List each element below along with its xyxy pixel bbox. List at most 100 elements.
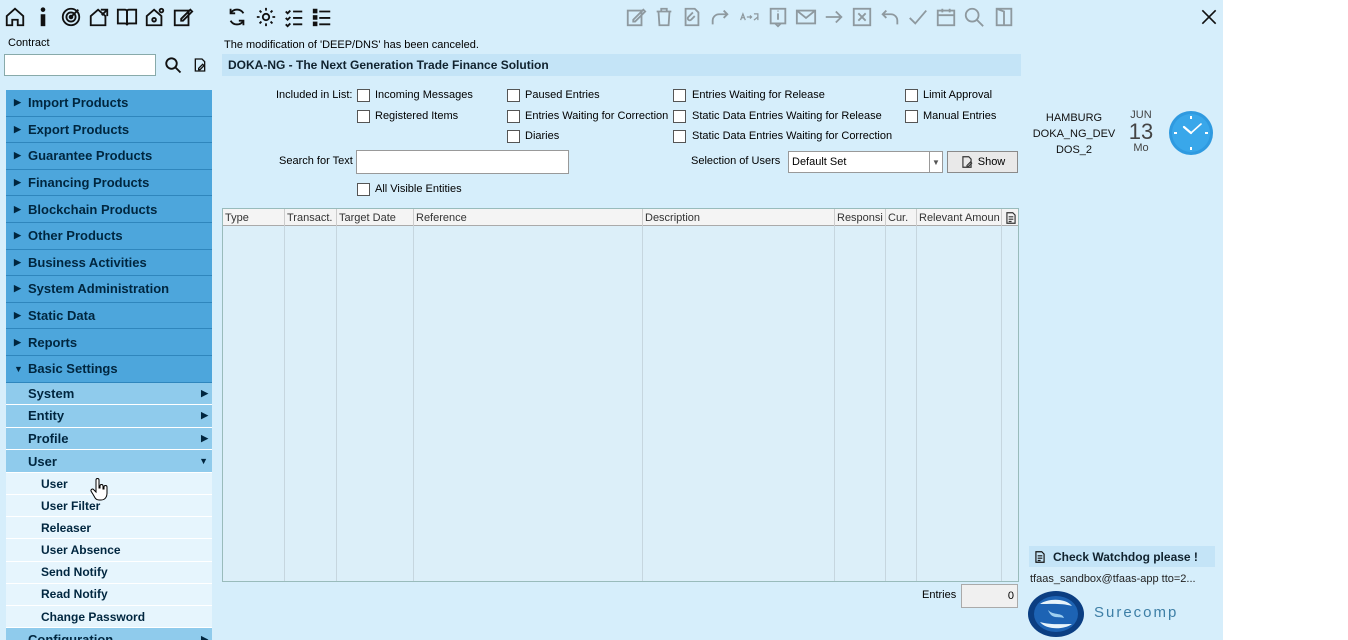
subnav-configuration[interactable]: Configuration ▶ bbox=[6, 628, 212, 640]
menu-item-change-password[interactable]: Change Password bbox=[6, 606, 212, 629]
column-header-target-date[interactable]: Target Date bbox=[337, 209, 414, 226]
edit-sign-icon[interactable] bbox=[624, 5, 648, 29]
watchdog-notice[interactable]: Check Watchdog please ! bbox=[1029, 546, 1215, 567]
subnav-system[interactable]: System ▶ bbox=[6, 382, 212, 406]
subnav-user[interactable]: User ▼ bbox=[6, 450, 212, 473]
column-header-transaction[interactable]: Transact. bbox=[285, 209, 337, 226]
diaries-checkbox[interactable] bbox=[507, 130, 520, 143]
entries-table: Type Transact. Target Date Reference Des… bbox=[222, 208, 1019, 582]
subnav-profile[interactable]: Profile ▶ bbox=[6, 427, 212, 451]
search-icon[interactable] bbox=[962, 5, 986, 29]
edit-icon[interactable] bbox=[171, 5, 195, 29]
entries-count: 0 bbox=[961, 584, 1018, 608]
nav-business-activities[interactable]: ▶ Business Activities bbox=[6, 249, 212, 277]
export-icon[interactable] bbox=[1002, 209, 1020, 226]
menu-item-read-notify[interactable]: Read Notify bbox=[6, 583, 212, 607]
menu-item-releaser[interactable]: Releaser bbox=[6, 517, 212, 540]
all-visible-checkbox[interactable] bbox=[357, 183, 370, 196]
column-header-responsible[interactable]: Responsi bbox=[835, 209, 886, 226]
subnav-entity[interactable]: Entity ▶ bbox=[6, 405, 212, 428]
contract-doc-icon[interactable] bbox=[190, 55, 210, 75]
limit-approval-label: Limit Approval bbox=[923, 89, 993, 101]
waiting-release-checkbox[interactable] bbox=[673, 89, 686, 102]
column-divider bbox=[834, 226, 835, 581]
limit-approval-checkbox[interactable] bbox=[905, 89, 918, 102]
target-icon[interactable] bbox=[59, 5, 83, 29]
static-release-checkbox[interactable] bbox=[673, 110, 686, 123]
menu-item-send-notify[interactable]: Send Notify bbox=[6, 561, 212, 584]
contract-label: Contract bbox=[8, 37, 50, 49]
system-info: HAMBURG DOKA_NG_DEV DOS_2 bbox=[1032, 110, 1116, 158]
column-header-currency[interactable]: Cur. bbox=[886, 209, 917, 226]
search-text-input[interactable] bbox=[356, 150, 569, 174]
registered-items-checkbox[interactable] bbox=[357, 110, 370, 123]
contract-input[interactable] bbox=[4, 54, 156, 76]
navigation-menu: ▶ Import Products ▶ Export Products ▶ Guara… bbox=[6, 90, 212, 640]
waiting-correction-label: Entries Waiting for Correction bbox=[525, 110, 669, 122]
arrow-right-icon[interactable] bbox=[822, 5, 846, 29]
column-divider bbox=[336, 226, 337, 581]
surecomp-logo bbox=[1028, 591, 1084, 637]
column-divider bbox=[413, 226, 414, 581]
nav-system-administration[interactable]: ▶ System Administration bbox=[6, 276, 212, 303]
network-icon[interactable] bbox=[143, 5, 167, 29]
nav-blockchain-products[interactable]: ▶ Blockchain Products bbox=[6, 196, 212, 223]
exit-door-icon[interactable] bbox=[992, 5, 1016, 29]
paused-entries-checkbox[interactable] bbox=[507, 89, 520, 102]
static-correction-checkbox[interactable] bbox=[673, 130, 686, 143]
expand-arrow-icon: ▶ bbox=[14, 256, 21, 267]
contract-search-icon[interactable] bbox=[162, 54, 184, 76]
user-selection-dropdown[interactable]: Default Set ▼ bbox=[788, 151, 943, 173]
calendar-icon[interactable] bbox=[934, 5, 958, 29]
nav-reports[interactable]: ▶ Reports bbox=[6, 329, 212, 356]
nav-export-products[interactable]: ▶ Export Products bbox=[6, 116, 212, 144]
column-header-description[interactable]: Description bbox=[643, 209, 835, 226]
column-header-relevant-amount[interactable]: Relevant Amoun bbox=[917, 209, 1002, 226]
nav-guarantee-products[interactable]: ▶ Guarantee Products bbox=[6, 143, 212, 170]
nav-import-products[interactable]: ▶ Import Products bbox=[6, 90, 212, 117]
check-icon[interactable] bbox=[906, 5, 930, 29]
checklist-icon[interactable] bbox=[282, 5, 306, 29]
home-icon[interactable] bbox=[3, 5, 27, 29]
info-icon[interactable] bbox=[31, 5, 55, 29]
column-divider bbox=[885, 226, 886, 581]
hand-cursor-icon bbox=[90, 478, 108, 501]
column-divider bbox=[1001, 226, 1002, 581]
document-icon bbox=[1035, 550, 1045, 563]
translate-icon[interactable] bbox=[736, 5, 764, 29]
static-release-label: Static Data Entries Waiting for Release bbox=[692, 110, 882, 122]
column-header-reference[interactable]: Reference bbox=[414, 209, 643, 226]
info-doc-icon[interactable] bbox=[766, 5, 790, 29]
book-icon[interactable] bbox=[115, 5, 139, 29]
show-button[interactable]: Show bbox=[947, 151, 1018, 173]
selection-users-label: Selection of Users bbox=[691, 155, 781, 167]
expand-arrow-icon: ▶ bbox=[14, 123, 21, 134]
expand-arrow-icon: ▶ bbox=[14, 336, 21, 347]
list-icon[interactable] bbox=[310, 5, 334, 29]
manual-entries-checkbox[interactable] bbox=[905, 110, 918, 123]
gear-icon[interactable] bbox=[254, 5, 278, 29]
column-header-type[interactable]: Type bbox=[223, 209, 285, 226]
cancel-box-icon[interactable] bbox=[850, 5, 874, 29]
column-divider bbox=[284, 226, 285, 581]
collapse-arrow-icon: ▼ bbox=[14, 363, 23, 374]
trash-icon[interactable] bbox=[652, 5, 676, 29]
nav-other-products[interactable]: ▶ Other Products bbox=[6, 222, 212, 250]
forward-icon[interactable] bbox=[708, 5, 732, 29]
expand-arrow-icon: ▶ bbox=[14, 177, 21, 188]
incoming-messages-label: Incoming Messages bbox=[375, 89, 473, 101]
nav-static-data[interactable]: ▶ Static Data bbox=[6, 302, 212, 330]
house-share-icon[interactable] bbox=[87, 5, 111, 29]
incoming-messages-checkbox[interactable] bbox=[357, 89, 370, 102]
nav-basic-settings[interactable]: ▼ Basic Settings bbox=[6, 355, 212, 383]
nav-financing-products[interactable]: ▶ Financing Products bbox=[6, 169, 212, 197]
close-icon[interactable] bbox=[1196, 4, 1222, 30]
refresh-icon[interactable] bbox=[225, 5, 249, 29]
menu-item-user-absence[interactable]: User Absence bbox=[6, 539, 212, 562]
expand-arrow-icon: ▶ bbox=[201, 387, 208, 398]
date-weekday: Mo bbox=[1133, 142, 1149, 154]
waiting-correction-checkbox[interactable] bbox=[507, 110, 520, 123]
mail-icon[interactable] bbox=[794, 5, 818, 29]
undo-icon[interactable] bbox=[878, 5, 902, 29]
attach-doc-icon[interactable] bbox=[680, 5, 704, 29]
